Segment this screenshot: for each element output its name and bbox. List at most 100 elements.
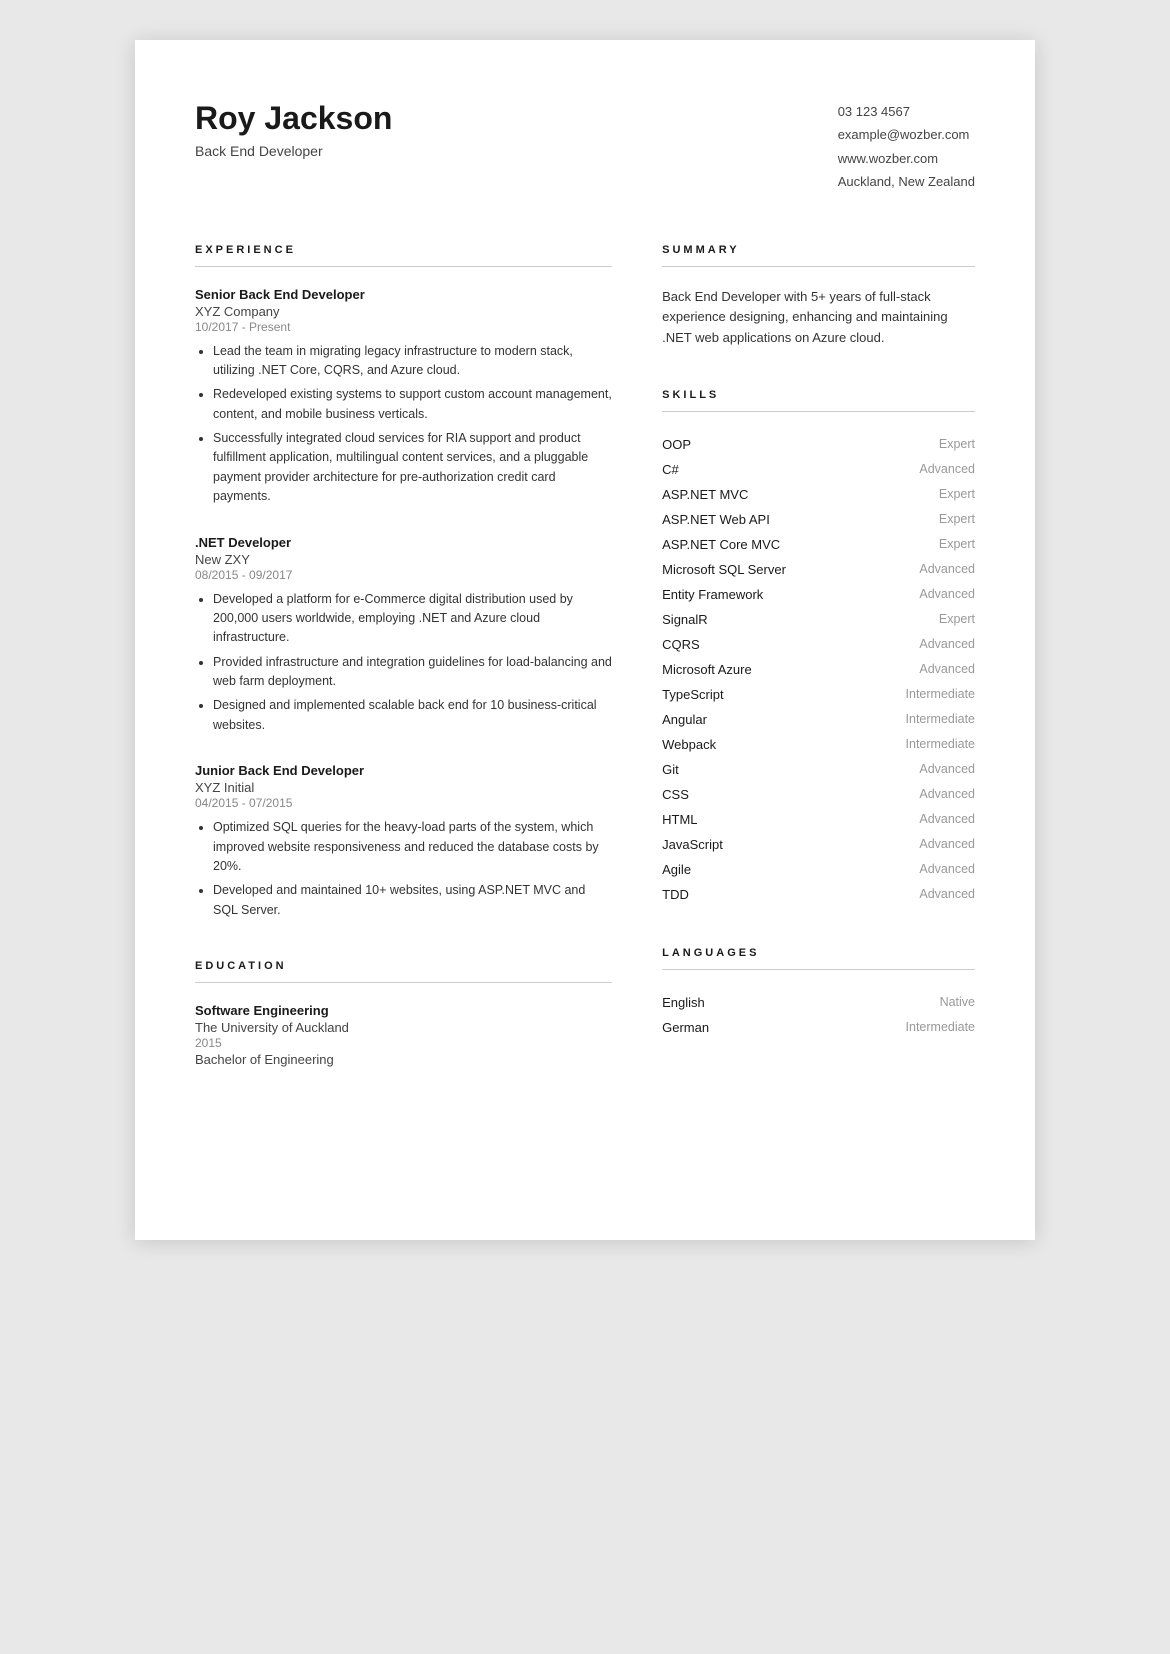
skill-level-1: Advanced — [919, 462, 975, 476]
job-1-bullet-2: Redeveloped existing systems to support … — [213, 385, 612, 424]
skill-level-6: Advanced — [919, 587, 975, 601]
contact-location: Auckland, New Zealand — [838, 170, 975, 193]
skills-section-title: SKILLS — [662, 389, 975, 401]
skill-row-16: JavaScript Advanced — [662, 832, 975, 857]
skill-level-12: Intermediate — [906, 737, 975, 751]
job-2-title: .NET Developer — [195, 535, 612, 550]
skill-name-1: C# — [662, 462, 679, 477]
summary-text: Back End Developer with 5+ years of full… — [662, 287, 975, 349]
skill-level-2: Expert — [939, 487, 975, 501]
skills-list: OOP Expert C# Advanced ASP.NET MVC Exper… — [662, 432, 975, 907]
skill-row-4: ASP.NET Core MVC Expert — [662, 532, 975, 557]
language-name-1: German — [662, 1020, 709, 1035]
resume-document: Roy Jackson Back End Developer 03 123 45… — [135, 40, 1035, 1240]
skill-row-14: CSS Advanced — [662, 782, 975, 807]
languages-list: English Native German Intermediate — [662, 990, 975, 1040]
skill-name-3: ASP.NET Web API — [662, 512, 770, 527]
skill-name-11: Angular — [662, 712, 707, 727]
skill-row-7: SignalR Expert — [662, 607, 975, 632]
skill-name-5: Microsoft SQL Server — [662, 562, 786, 577]
contact-website: www.wozber.com — [838, 147, 975, 170]
edu-type: Bachelor of Engineering — [195, 1052, 612, 1067]
job-3-dates: 04/2015 - 07/2015 — [195, 796, 612, 810]
job-1-company: XYZ Company — [195, 304, 612, 319]
skill-level-14: Advanced — [919, 787, 975, 801]
education-section-title: EDUCATION — [195, 960, 612, 972]
job-1-dates: 10/2017 - Present — [195, 320, 612, 334]
education-item-1: Software Engineering The University of A… — [195, 1003, 612, 1067]
language-name-0: English — [662, 995, 705, 1010]
header-name-title: Roy Jackson Back End Developer — [195, 100, 392, 159]
skill-name-12: Webpack — [662, 737, 716, 752]
languages-section-title: LANGUAGES — [662, 947, 975, 959]
resume-header: Roy Jackson Back End Developer 03 123 45… — [195, 100, 975, 194]
summary-section: SUMMARY Back End Developer with 5+ years… — [662, 244, 975, 349]
contact-phone: 03 123 4567 — [838, 100, 975, 123]
languages-section: LANGUAGES English Native German Intermed… — [662, 947, 975, 1040]
skill-row-1: C# Advanced — [662, 457, 975, 482]
job-3-bullet-2: Developed and maintained 10+ websites, u… — [213, 881, 612, 920]
skill-name-0: OOP — [662, 437, 691, 452]
left-column: EXPERIENCE Senior Back End Developer XYZ… — [195, 244, 612, 1108]
job-3-bullets: Optimized SQL queries for the heavy-load… — [195, 818, 612, 920]
language-level-1: Intermediate — [906, 1020, 975, 1034]
skill-level-8: Advanced — [919, 637, 975, 651]
skill-level-11: Intermediate — [906, 712, 975, 726]
edu-year: 2015 — [195, 1036, 612, 1050]
education-section: EDUCATION Software Engineering The Unive… — [195, 960, 612, 1067]
skill-name-2: ASP.NET MVC — [662, 487, 748, 502]
skill-row-0: OOP Expert — [662, 432, 975, 457]
right-column: SUMMARY Back End Developer with 5+ years… — [662, 244, 975, 1108]
skill-level-3: Expert — [939, 512, 975, 526]
skill-name-14: CSS — [662, 787, 689, 802]
skill-name-18: TDD — [662, 887, 689, 902]
skill-row-18: TDD Advanced — [662, 882, 975, 907]
edu-school: The University of Auckland — [195, 1020, 612, 1035]
skill-level-10: Intermediate — [906, 687, 975, 701]
skill-level-0: Expert — [939, 437, 975, 451]
skill-name-7: SignalR — [662, 612, 708, 627]
summary-divider — [662, 266, 975, 267]
experience-section-title: EXPERIENCE — [195, 244, 612, 256]
skill-row-9: Microsoft Azure Advanced — [662, 657, 975, 682]
edu-degree: Software Engineering — [195, 1003, 612, 1018]
job-2-bullet-2: Provided infrastructure and integration … — [213, 653, 612, 692]
contact-email: example@wozber.com — [838, 123, 975, 146]
skill-level-13: Advanced — [919, 762, 975, 776]
skill-level-5: Advanced — [919, 562, 975, 576]
job-1-title: Senior Back End Developer — [195, 287, 612, 302]
skill-name-6: Entity Framework — [662, 587, 763, 602]
job-2: .NET Developer New ZXY 08/2015 - 09/2017… — [195, 535, 612, 736]
skill-name-4: ASP.NET Core MVC — [662, 537, 780, 552]
skill-row-2: ASP.NET MVC Expert — [662, 482, 975, 507]
skill-row-6: Entity Framework Advanced — [662, 582, 975, 607]
job-2-bullet-1: Developed a platform for e-Commerce digi… — [213, 590, 612, 648]
language-row-1: German Intermediate — [662, 1015, 975, 1040]
languages-divider — [662, 969, 975, 970]
skills-section: SKILLS OOP Expert C# Advanced ASP.NET MV… — [662, 389, 975, 907]
skill-name-10: TypeScript — [662, 687, 723, 702]
skill-row-10: TypeScript Intermediate — [662, 682, 975, 707]
skill-name-9: Microsoft Azure — [662, 662, 752, 677]
skill-row-17: Agile Advanced — [662, 857, 975, 882]
education-divider — [195, 982, 612, 983]
header-contact: 03 123 4567 example@wozber.com www.wozbe… — [838, 100, 975, 194]
job-2-bullet-3: Designed and implemented scalable back e… — [213, 696, 612, 735]
experience-divider — [195, 266, 612, 267]
candidate-title: Back End Developer — [195, 143, 392, 159]
job-1: Senior Back End Developer XYZ Company 10… — [195, 287, 612, 507]
skill-level-16: Advanced — [919, 837, 975, 851]
skill-row-15: HTML Advanced — [662, 807, 975, 832]
skill-name-16: JavaScript — [662, 837, 723, 852]
job-3: Junior Back End Developer XYZ Initial 04… — [195, 763, 612, 920]
skill-row-13: Git Advanced — [662, 757, 975, 782]
skill-row-11: Angular Intermediate — [662, 707, 975, 732]
main-content: EXPERIENCE Senior Back End Developer XYZ… — [195, 244, 975, 1108]
language-row-0: English Native — [662, 990, 975, 1015]
skill-row-12: Webpack Intermediate — [662, 732, 975, 757]
skill-level-9: Advanced — [919, 662, 975, 676]
job-3-company: XYZ Initial — [195, 780, 612, 795]
job-2-dates: 08/2015 - 09/2017 — [195, 568, 612, 582]
skill-row-3: ASP.NET Web API Expert — [662, 507, 975, 532]
job-2-bullets: Developed a platform for e-Commerce digi… — [195, 590, 612, 736]
